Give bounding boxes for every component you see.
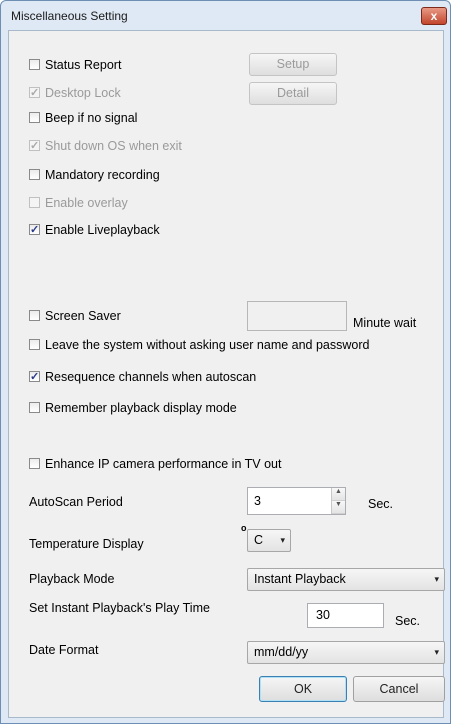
- resequence-label: Resequence channels when autoscan: [45, 370, 257, 384]
- playback-mode-select[interactable]: Instant Playback ▾: [247, 568, 445, 591]
- resequence-checkbox-box[interactable]: [29, 368, 40, 386]
- ok-button[interactable]: OK: [259, 676, 347, 702]
- remember-playback-label: Remember playback display mode: [45, 401, 237, 415]
- dialog-window: Miscellaneous Setting x Status Report Se…: [0, 0, 451, 724]
- temperature-unit-select[interactable]: C ▾: [247, 529, 291, 552]
- chevron-down-icon: ▾: [280, 535, 285, 545]
- enable-overlay-label: Enable overlay: [45, 196, 128, 210]
- leave-system-label: Leave the system without asking user nam…: [45, 338, 370, 352]
- detail-button[interactable]: Detail: [249, 82, 337, 105]
- autoscan-period-value: 3: [254, 494, 261, 508]
- beep-no-signal-checkbox-box[interactable]: [29, 112, 40, 123]
- status-report-label: Status Report: [45, 58, 122, 72]
- minute-wait-label: Minute wait: [353, 316, 417, 330]
- instant-playback-time-input[interactable]: 30: [307, 603, 384, 628]
- playback-mode-label: Playback Mode: [29, 572, 115, 586]
- enhance-ip-checkbox-box[interactable]: [29, 458, 40, 469]
- instant-playback-unit: Sec.: [395, 614, 421, 628]
- window-title: Miscellaneous Setting: [11, 9, 128, 23]
- desktop-lock-checkbox-box[interactable]: [29, 84, 40, 102]
- chevron-down-icon: ▾: [434, 647, 439, 657]
- enhance-ip-label: Enhance IP camera performance in TV out: [45, 457, 282, 471]
- status-report-checkbox-box[interactable]: [29, 59, 40, 70]
- chevron-down-icon: ▾: [434, 574, 439, 584]
- autoscan-period-label: AutoScan Period: [29, 495, 123, 509]
- enable-liveplayback-checkbox-box[interactable]: [29, 221, 40, 239]
- date-format-select[interactable]: mm/dd/yy ▾: [247, 641, 445, 664]
- screen-saver-minutes-input[interactable]: [247, 301, 347, 331]
- remember-playback-checkbox-box[interactable]: [29, 402, 40, 413]
- date-format-value: mm/dd/yy: [254, 645, 309, 659]
- spin-up-icon[interactable]: ▲: [332, 488, 345, 501]
- leave-system-checkbox-box[interactable]: [29, 339, 40, 350]
- mandatory-recording-checkbox-box[interactable]: [29, 169, 40, 180]
- autoscan-period-input[interactable]: 3 ▲ ▼: [247, 487, 346, 515]
- shutdown-os-label: Shut down OS when exit: [45, 139, 182, 153]
- instant-playback-label: Set Instant Playback's Play Time: [29, 601, 210, 615]
- enable-liveplayback-label: Enable Liveplayback: [45, 223, 160, 237]
- desktop-lock-label: Desktop Lock: [45, 86, 121, 100]
- setup-button[interactable]: Setup: [249, 53, 337, 76]
- autoscan-spinner[interactable]: ▲ ▼: [331, 488, 345, 514]
- temperature-unit-value: C: [254, 533, 264, 547]
- title-bar[interactable]: Miscellaneous Setting x: [1, 1, 450, 29]
- date-format-label: Date Format: [29, 643, 99, 657]
- spin-down-icon[interactable]: ▼: [332, 501, 345, 514]
- beep-no-signal-label: Beep if no signal: [45, 111, 138, 125]
- playback-mode-value: Instant Playback: [254, 572, 346, 586]
- dialog-client-area: Status Report Setup Desktop Lock Detail …: [8, 30, 445, 718]
- shutdown-os-checkbox-box[interactable]: [29, 137, 40, 155]
- mandatory-recording-label: Mandatory recording: [45, 168, 160, 182]
- temperature-display-label: Temperature Display: [29, 537, 144, 551]
- enable-overlay-checkbox-box[interactable]: [29, 197, 40, 208]
- screen-saver-checkbox-box[interactable]: [29, 310, 40, 321]
- screen-saver-label: Screen Saver: [45, 309, 121, 323]
- close-button[interactable]: x: [421, 7, 447, 25]
- cancel-button[interactable]: Cancel: [353, 676, 445, 702]
- degree-symbol: o: [241, 523, 247, 533]
- autoscan-unit: Sec.: [368, 497, 394, 511]
